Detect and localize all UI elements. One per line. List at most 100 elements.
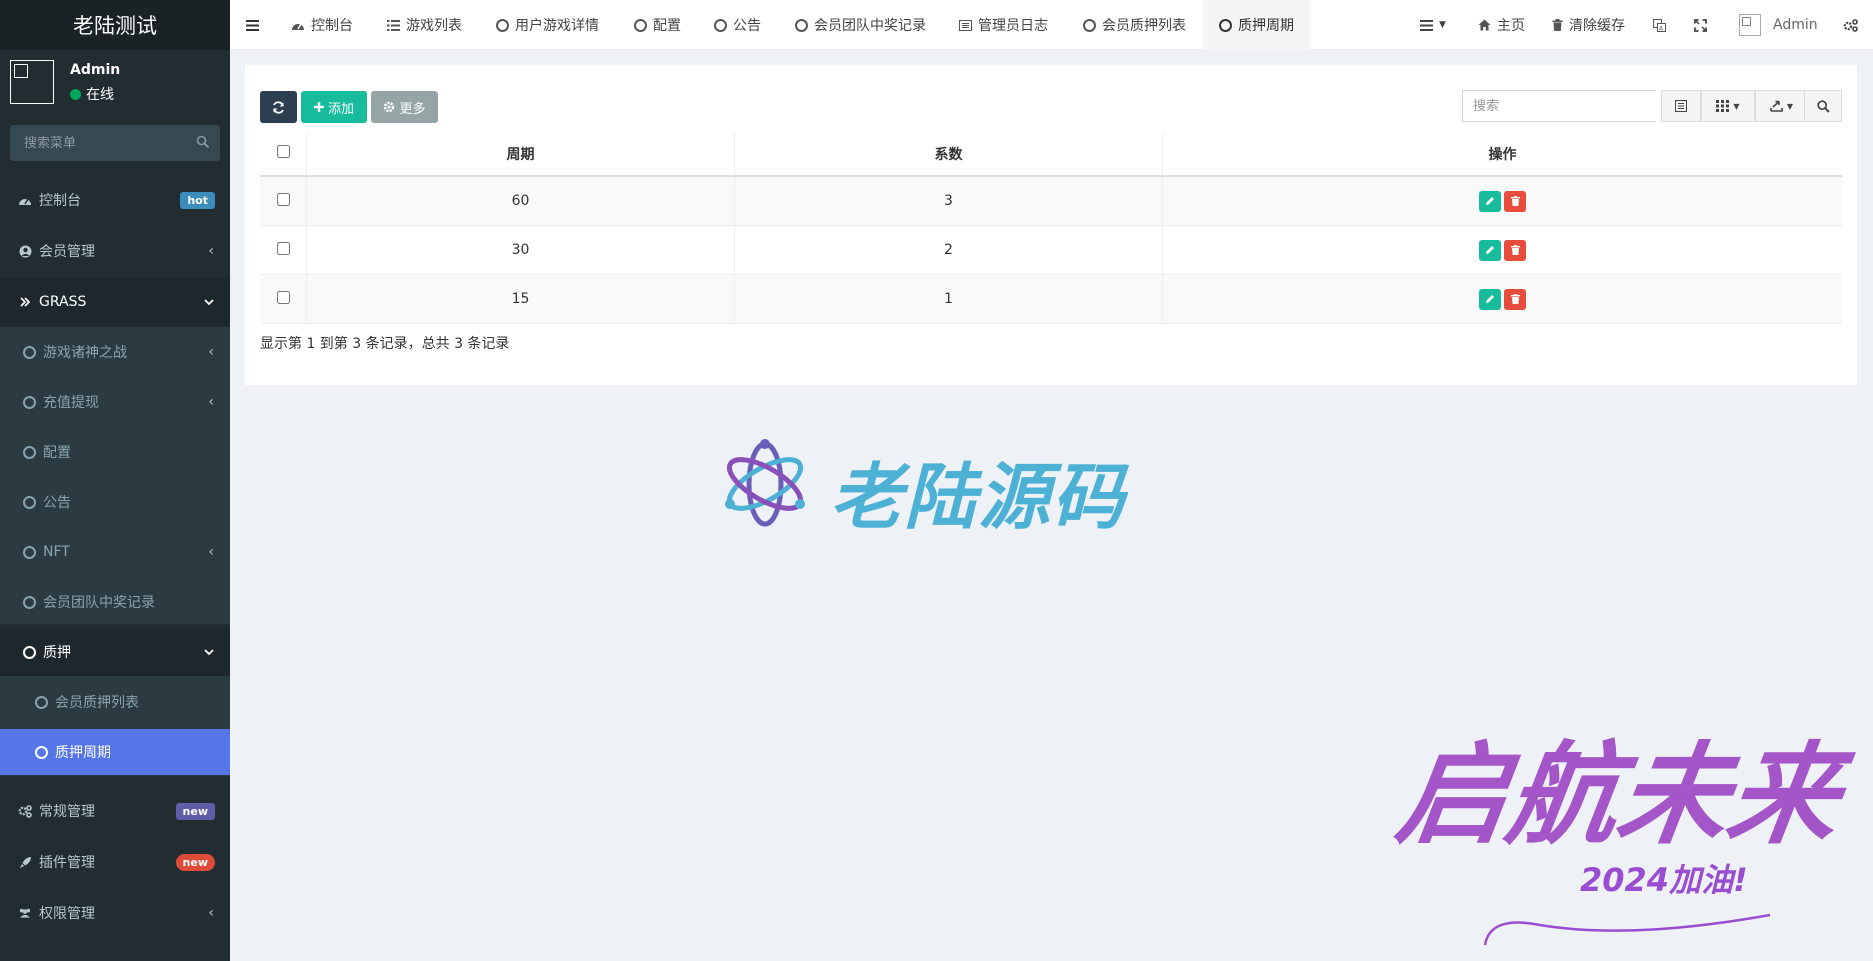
language-button[interactable]: A (1653, 0, 1666, 50)
sidebar-item-general[interactable]: 常规管理 new (0, 787, 230, 835)
sidebar-item-permissions[interactable]: 权限管理 ‹ (0, 889, 230, 937)
tab-team-award[interactable]: 会员团队中奖记录 (795, 0, 926, 50)
sidebar-item-label: 游戏诸神之战 (43, 345, 127, 361)
sidebar-item-member-zhiya-list[interactable]: 会员质押列表 (0, 678, 230, 726)
sidebar-toggle-button[interactable] (246, 0, 259, 50)
table-row: 15 1 (260, 274, 1842, 324)
caret-down-icon: ▼ (1439, 20, 1446, 30)
sidebar-item-nft[interactable]: NFT ‹ (0, 528, 230, 576)
edit-button[interactable] (1479, 190, 1501, 212)
hot-badge: hot (180, 191, 215, 209)
tab-admin-log[interactable]: 管理员日志 (959, 0, 1048, 50)
row-checkbox[interactable] (276, 290, 290, 304)
tab-label: 会员质押列表 (1102, 18, 1186, 34)
delete-button[interactable] (1504, 239, 1526, 261)
refresh-button[interactable] (260, 91, 297, 123)
search-icon[interactable] (196, 135, 210, 149)
sidebar-item-label: 质押周期 (55, 745, 111, 761)
clear-cache-label: 清除缓存 (1569, 18, 1625, 34)
sidebar-item-grass[interactable]: GRASS (0, 278, 230, 326)
tab-notice[interactable]: 公告 (714, 0, 761, 50)
sidebar-item-game-gods[interactable]: 游戏诸神之战 ‹ (0, 328, 230, 376)
chevron-left-icon: ‹ (208, 344, 214, 360)
cogs-icon (1843, 18, 1858, 32)
bars-icon (246, 19, 259, 31)
select-all-checkbox[interactable] (276, 145, 290, 158)
home-link[interactable]: 主页 (1478, 0, 1525, 50)
row-checkbox[interactable] (276, 241, 290, 255)
online-dot-icon (70, 88, 81, 100)
control-sidebar-button[interactable] (1843, 0, 1858, 50)
export-dropdown-button[interactable]: ▼ (1755, 90, 1808, 122)
sidebar-search-input[interactable] (10, 125, 198, 161)
column-header-actions: 操作 (1162, 132, 1842, 177)
select-all-header (260, 132, 307, 177)
tab-game-list[interactable]: 游戏列表 (387, 0, 462, 50)
search-input[interactable] (1463, 91, 1663, 121)
circle-icon (634, 18, 647, 32)
table-header-row: 周期 系数 操作 (260, 132, 1842, 177)
watermark-logo: 老陆源码 (720, 436, 1160, 539)
advanced-search-button[interactable] (1804, 90, 1842, 122)
column-header-coef[interactable]: 系数 (734, 132, 1163, 177)
tab-label: 质押周期 (1238, 18, 1294, 34)
tab-member-zhiya-list[interactable]: 会员质押列表 (1083, 0, 1186, 50)
tab-dashboard[interactable]: 控制台 (291, 0, 353, 50)
circle-icon (22, 645, 36, 659)
tab-label: 管理员日志 (978, 18, 1048, 34)
cell-actions (1162, 274, 1842, 324)
home-label: 主页 (1497, 18, 1525, 34)
tab-zhiya-period[interactable]: 质押周期 (1203, 0, 1310, 50)
columns-dropdown-button[interactable]: ▼ (1701, 90, 1755, 122)
sidebar-item-config[interactable]: 配置 (0, 428, 230, 476)
user-menu-button[interactable]: Admin (1739, 0, 1818, 50)
sidebar-item-zhiya[interactable]: 质押 (0, 628, 230, 676)
sidebar-item-dashboard[interactable]: 控制台 hot (0, 176, 230, 224)
delete-button[interactable] (1504, 288, 1526, 310)
fullscreen-button[interactable] (1694, 0, 1707, 50)
sidebar-item-zhiya-period[interactable]: 质押周期 (0, 729, 230, 775)
chevron-left-icon: ‹ (208, 905, 214, 921)
tabs-dropdown-button[interactable]: ▼ (1420, 0, 1446, 50)
sidebar-item-recharge[interactable]: 充值提现 ‹ (0, 378, 230, 426)
cell-actions (1162, 176, 1842, 226)
sidebar-item-team-award[interactable]: 会员团队中奖记录 (0, 578, 230, 626)
pagination-summary: 显示第 1 到第 3 条记录，总共 3 条记录 (260, 336, 510, 352)
rocket-icon (18, 855, 32, 869)
table-search (1462, 90, 1663, 122)
circle-icon (34, 745, 48, 759)
clear-cache-button[interactable]: 清除缓存 (1552, 0, 1625, 50)
row-checkbox[interactable] (276, 192, 290, 206)
tab-user-game-detail[interactable]: 用户游戏详情 (496, 0, 599, 50)
sidebar-item-notice[interactable]: 公告 (0, 478, 230, 526)
tab-config[interactable]: 配置 (634, 0, 681, 50)
sidebar-item-label: GRASS (39, 294, 87, 310)
trash-icon (1510, 294, 1520, 304)
user-panel: Admin 在线 (0, 50, 230, 118)
edit-button[interactable] (1479, 288, 1501, 310)
tab-label: 游戏列表 (406, 18, 462, 34)
sidebar-item-label: 公告 (43, 495, 71, 511)
double-angle-right-icon (18, 295, 32, 309)
dashboard-icon (18, 193, 32, 207)
grid-icon (1716, 100, 1730, 112)
toggle-view-button[interactable] (1661, 90, 1701, 122)
more-button-label: 更多 (399, 101, 426, 117)
sidebar-item-members[interactable]: 会员管理 ‹ (0, 227, 230, 275)
avatar (1739, 14, 1761, 36)
brand-logo[interactable]: 老陆测试 (0, 0, 230, 50)
cell-period: 60 (306, 176, 735, 226)
chevron-left-icon: ‹ (208, 243, 214, 259)
add-button[interactable]: 添加 (301, 91, 367, 123)
delete-button[interactable] (1504, 190, 1526, 212)
cell-coef: 3 (734, 176, 1163, 226)
chevron-down-icon (204, 644, 214, 660)
more-button[interactable]: 更多 (371, 91, 438, 123)
edit-button[interactable] (1479, 239, 1501, 261)
language-icon: A (1653, 18, 1666, 32)
atom-logo-icon (725, 439, 805, 527)
sidebar-item-plugins[interactable]: 插件管理 new (0, 838, 230, 886)
circle-icon (795, 18, 808, 32)
column-header-period[interactable]: 周期 (306, 132, 735, 177)
list-alt-icon (959, 19, 972, 31)
